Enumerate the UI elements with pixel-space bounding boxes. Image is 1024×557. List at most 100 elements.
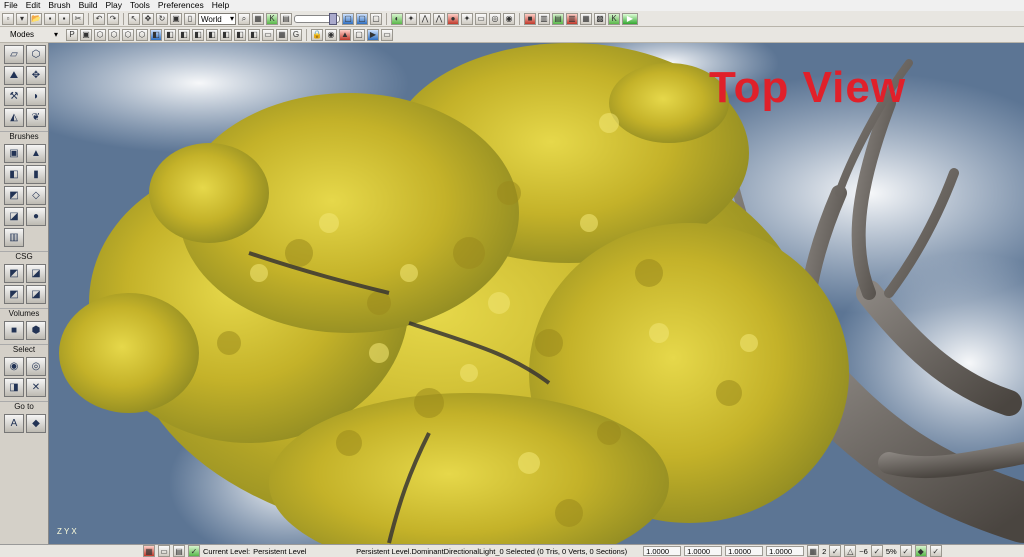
add-volume-icon[interactable]: ■ — [4, 321, 24, 340]
matinee-icon[interactable]: ▤ — [280, 12, 292, 25]
build-lighting-icon[interactable]: ✦ — [405, 12, 417, 25]
open-folder-icon[interactable]: 📂 — [30, 12, 42, 25]
game-view-icon[interactable]: ▭ — [262, 28, 274, 41]
camera-icon[interactable]: ▭ — [381, 28, 393, 41]
shader-complexity-icon[interactable]: ◧ — [220, 28, 232, 41]
detail-lighting-icon[interactable]: ◧ — [164, 28, 176, 41]
light-complexity-icon[interactable]: ◧ — [192, 28, 204, 41]
scale-icon[interactable]: ▣ — [170, 12, 182, 25]
eye-icon[interactable]: ◉ — [325, 28, 337, 41]
translate-icon[interactable]: ✥ — [142, 12, 154, 25]
play-in-editor-button[interactable]: ▶ — [622, 12, 638, 25]
menu-play[interactable]: Play — [101, 0, 126, 11]
build-paths-icon[interactable]: ⋀ — [419, 12, 431, 25]
drag-grid-field-3[interactable]: 1.0000 — [725, 546, 764, 556]
lock-viewport-icon[interactable]: ▣ — [80, 28, 92, 41]
linear-stair-brush-icon[interactable]: ◩ — [4, 186, 24, 205]
bookmark-icon[interactable]: ◎ — [489, 12, 501, 25]
scene-manager-icon[interactable]: ▤ — [552, 12, 564, 25]
kismet-icon[interactable]: K — [266, 12, 278, 25]
csg-intersect-icon[interactable]: ◩ — [4, 285, 24, 304]
level-visibility-icon[interactable]: ▤ — [173, 545, 185, 557]
hide-selected-icon[interactable]: ◎ — [26, 357, 46, 376]
realtime-play-icon[interactable]: ▶ — [367, 28, 379, 41]
go-to-actor-icon[interactable]: A — [4, 414, 24, 433]
lighting-quality-icon[interactable]: ✦ — [461, 12, 473, 25]
curved-stair-brush-icon[interactable]: ◧ — [4, 165, 24, 184]
save-icon[interactable]: ▪ — [44, 12, 56, 25]
open-file-icon[interactable]: ▾ — [16, 12, 28, 25]
group-browser-icon[interactable]: ▩ — [594, 12, 606, 25]
coordinate-system-select[interactable]: World — [198, 12, 236, 25]
current-level-icon[interactable]: ✓ — [188, 545, 200, 557]
camera-speed-slider[interactable] — [294, 12, 340, 25]
menu-tools[interactable]: Tools — [126, 0, 154, 11]
scale-snap-checkbox[interactable]: ✓ — [899, 545, 912, 557]
sheet-brush-icon[interactable]: ◇ — [26, 186, 46, 205]
rotate-icon[interactable]: ↻ — [156, 12, 168, 25]
terrain-mode-icon[interactable]: ⛰ — [4, 66, 24, 85]
menu-file[interactable]: File — [0, 0, 22, 11]
select-arrow-icon[interactable]: ↖ — [128, 12, 140, 25]
drag-grid-field-2[interactable]: 1.0000 — [684, 546, 723, 556]
actor-classes-icon[interactable]: ▥ — [566, 12, 578, 25]
texture-density-icon[interactable]: ◧ — [206, 28, 218, 41]
reflections-icon[interactable]: ◧ — [248, 28, 260, 41]
lit-wireframe-icon[interactable]: ◧ — [150, 28, 162, 41]
maximize-viewport-icon[interactable]: ▢ — [353, 28, 365, 41]
level-browser-icon[interactable]: ▭ — [158, 545, 170, 557]
rotation-snap-checkbox[interactable]: ✓ — [870, 545, 883, 557]
nav-icon[interactable]: ◉ — [503, 12, 515, 25]
current-level-value[interactable]: Persistent Level — [253, 547, 353, 556]
layer-browser-icon[interactable]: ▦ — [580, 12, 592, 25]
save-all-icon[interactable]: ▪ — [58, 12, 70, 25]
build-geometry-icon[interactable]: ◐ — [391, 12, 403, 25]
shield-icon[interactable]: ◆ — [914, 545, 927, 557]
cylinder-brush-icon[interactable]: ▮ — [26, 165, 46, 184]
drag-grid-field-1[interactable]: 1.0000 — [643, 546, 682, 556]
vertex-mode-icon[interactable]: ◭ — [4, 108, 24, 127]
csg-add-icon[interactable]: ◩ — [4, 264, 24, 283]
menu-brush[interactable]: Brush — [44, 0, 74, 11]
dropdown-arrow-icon[interactable]: ▾ — [54, 30, 58, 39]
grid-toggle-icon[interactable]: ▦ — [276, 28, 288, 41]
realtime-grid-icon[interactable]: G — [290, 28, 302, 41]
undo-icon[interactable]: ↶ — [93, 12, 105, 25]
cut-icon[interactable]: ✂ — [72, 12, 84, 25]
rotation-snap-icon[interactable]: △ — [844, 545, 857, 557]
show-all-icon[interactable]: ✕ — [26, 378, 46, 397]
go-to-builder-brush-icon[interactable]: ◆ — [26, 414, 46, 433]
wireframe-icon[interactable]: ⬡ — [94, 28, 106, 41]
new-file-icon[interactable]: ▫ — [2, 12, 14, 25]
actor-lock-icon[interactable]: ▲ — [339, 28, 351, 41]
show-selected-icon[interactable]: ◉ — [4, 357, 24, 376]
redo-icon[interactable]: ↷ — [107, 12, 119, 25]
select-invert-icon[interactable]: ◨ — [4, 378, 24, 397]
mesh-paint-mode-icon[interactable]: ◗ — [26, 87, 46, 106]
sync-browser-icon[interactable]: ▦ — [252, 12, 264, 25]
final-checkbox[interactable]: ✓ — [929, 545, 942, 557]
perspective-label-icon[interactable]: P — [66, 28, 78, 41]
view-mode-3-icon[interactable]: ▢ — [370, 12, 382, 25]
lightmap-density-icon[interactable]: ◧ — [234, 28, 246, 41]
unlit-icon[interactable]: ⬡ — [108, 28, 120, 41]
brush-wireframe-icon[interactable]: ⬡ — [136, 28, 148, 41]
generic-browser-icon[interactable]: ▥ — [538, 12, 550, 25]
build-cover-icon[interactable]: ⋀ — [433, 12, 445, 25]
light-map-icon[interactable]: ▭ — [475, 12, 487, 25]
menu-edit[interactable]: Edit — [22, 0, 45, 11]
foliage-mode-icon[interactable]: ❦ — [26, 108, 46, 127]
volume-options-icon[interactable]: ⬢ — [26, 321, 46, 340]
lit-icon[interactable]: ⬡ — [122, 28, 134, 41]
csg-subtract-icon[interactable]: ◪ — [26, 264, 46, 283]
move-mode-icon[interactable]: ✥ — [26, 66, 46, 85]
lighting-only-icon[interactable]: ◧ — [178, 28, 190, 41]
spiral-stair-brush-icon[interactable]: ◪ — [4, 207, 24, 226]
view-mode-icon[interactable]: ▢ — [342, 12, 354, 25]
grid-icon[interactable]: ▦ — [807, 545, 820, 557]
menu-help[interactable]: Help — [208, 0, 233, 11]
build-all-icon[interactable]: ● — [447, 12, 459, 25]
menu-build[interactable]: Build — [75, 0, 102, 11]
lock-icon[interactable]: 🔒 — [311, 28, 323, 41]
perspective-viewport[interactable]: Top View Z Y X — [49, 43, 1024, 544]
